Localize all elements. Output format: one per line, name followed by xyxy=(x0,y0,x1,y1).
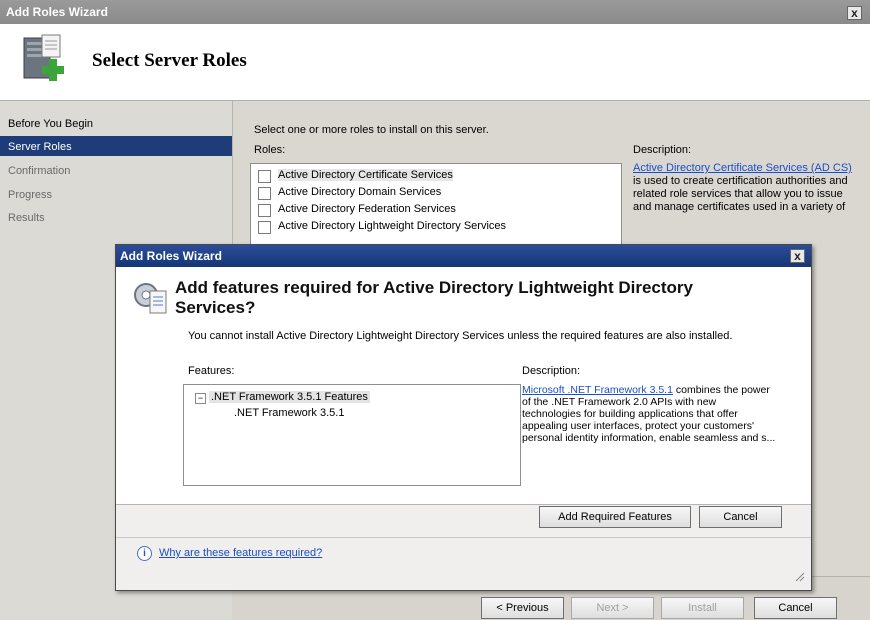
dialog-separator xyxy=(116,504,811,505)
role-checkbox[interactable] xyxy=(258,204,271,217)
role-checkbox[interactable] xyxy=(258,221,271,234)
info-icon: i xyxy=(137,546,152,561)
page-title: Select Server Roles xyxy=(92,50,247,71)
previous-button[interactable]: < Previous xyxy=(481,597,564,619)
role-description-text: is used to create certification authorit… xyxy=(633,175,848,213)
role-label[interactable]: Active Directory Federation Services xyxy=(278,203,456,215)
features-tree[interactable]: − .NET Framework 3.5.1 Features .NET Fra… xyxy=(183,384,521,486)
main-close-button[interactable]: x xyxy=(847,6,862,20)
roles-label: Roles: xyxy=(254,144,286,156)
dialog-cancel-button[interactable]: Cancel xyxy=(699,506,782,528)
role-checkbox[interactable] xyxy=(258,187,271,200)
main-window-title: Add Roles Wizard xyxy=(6,5,108,19)
collapse-icon[interactable]: − xyxy=(195,393,206,404)
resize-grip-icon[interactable] xyxy=(793,570,805,582)
nav-item-progress: Progress xyxy=(8,189,53,201)
feature-child-item[interactable]: .NET Framework 3.5.1 xyxy=(234,407,344,419)
why-features-required-link[interactable]: Why are these features required? xyxy=(159,547,322,559)
features-label: Features: xyxy=(188,365,235,377)
dialog-title: Add Roles Wizard xyxy=(120,249,222,263)
role-description: Active Directory Certificate Services (A… xyxy=(633,162,853,240)
role-label[interactable]: Active Directory Certificate Services xyxy=(278,169,453,181)
dialog-heading: Add features required for Active Directo… xyxy=(175,278,693,317)
role-label[interactable]: Active Directory Domain Services xyxy=(278,186,441,198)
feature-parent-item[interactable]: .NET Framework 3.5.1 Features xyxy=(209,391,370,403)
dialog-body: Add features required for Active Directo… xyxy=(116,267,811,504)
nav-item-server-roles[interactable]: Server Roles xyxy=(8,141,72,153)
instruction-text: Select one or more roles to install on t… xyxy=(254,124,489,136)
feature-description-link[interactable]: Microsoft .NET Framework 3.5.1 xyxy=(522,384,673,396)
nav-item-confirmation: Confirmation xyxy=(8,165,71,177)
dialog-footer-separator xyxy=(116,537,811,538)
feature-description: Microsoft .NET Framework 3.5.1 combines … xyxy=(522,384,776,444)
main-title-bar: Add Roles Wizard x xyxy=(0,0,870,24)
features-wizard-icon xyxy=(134,283,167,314)
wizard-header: Select Server Roles xyxy=(0,24,870,101)
dialog-description-label: Description: xyxy=(522,365,581,377)
add-required-features-button[interactable]: Add Required Features xyxy=(539,506,691,528)
roles-list[interactable]: Active Directory Certificate Services Ac… xyxy=(250,163,622,245)
next-button: Next > xyxy=(571,597,654,619)
role-checkbox[interactable] xyxy=(258,170,271,183)
description-label: Description: xyxy=(633,144,692,156)
role-label[interactable]: Active Directory Lightweight Directory S… xyxy=(278,220,506,232)
nav-item-results: Results xyxy=(8,212,45,224)
dialog-close-button[interactable]: x xyxy=(790,249,805,263)
dialog-title-bar: Add Roles Wizard x xyxy=(116,245,811,267)
install-button: Install xyxy=(661,597,744,619)
dialog-message: You cannot install Active Directory Ligh… xyxy=(188,330,733,342)
nav-item-before-you-begin[interactable]: Before You Begin xyxy=(8,118,93,130)
add-features-dialog: Add Roles Wizard x Add features required… xyxy=(115,244,812,591)
role-description-link[interactable]: Active Directory Certificate Services (A… xyxy=(633,162,852,174)
main-cancel-button[interactable]: Cancel xyxy=(754,597,837,619)
server-roles-icon xyxy=(23,34,64,81)
